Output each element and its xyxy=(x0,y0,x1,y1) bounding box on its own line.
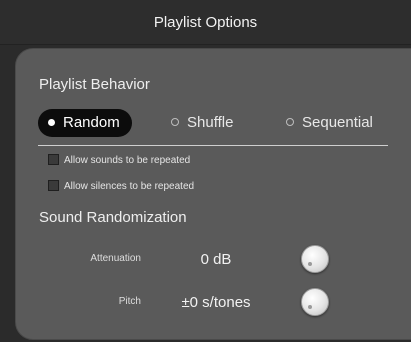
mode-random-option[interactable]: Random xyxy=(38,109,132,137)
mode-random-label: Random xyxy=(63,114,120,131)
radio-unselected-icon xyxy=(171,118,179,127)
section-divider xyxy=(38,145,388,146)
attenuation-label: Attenuation xyxy=(90,253,141,264)
mode-shuffle-label: Shuffle xyxy=(187,114,234,131)
title-bar: Playlist Options xyxy=(0,0,411,45)
allow-silences-repeated-checkbox[interactable] xyxy=(48,179,59,191)
allow-sounds-repeated-checkbox[interactable] xyxy=(48,153,59,165)
allow-sounds-repeated-label: Allow sounds to be repeated xyxy=(64,155,191,166)
radio-unselected-icon xyxy=(286,118,294,127)
attenuation-value: 0 dB xyxy=(200,251,232,268)
playlist-mode-selector: Random Shuffle Sequential xyxy=(38,109,388,137)
pitch-label: Pitch xyxy=(118,296,141,307)
mode-shuffle-option[interactable]: Shuffle xyxy=(171,109,233,137)
pitch-knob[interactable] xyxy=(301,288,329,316)
playlist-options-window: Playlist Options Playlist Behavior Rando… xyxy=(0,0,411,342)
knob-indicator-icon xyxy=(308,305,312,309)
options-panel: Playlist Behavior Random Shuffle Sequent… xyxy=(15,48,411,340)
allow-silences-repeated-label: Allow silences to be repeated xyxy=(64,181,195,192)
sound-randomization-heading: Sound Randomization xyxy=(39,209,187,226)
playlist-behavior-heading: Playlist Behavior xyxy=(39,76,150,93)
window-title: Playlist Options xyxy=(153,14,258,31)
mode-sequential-label: Sequential xyxy=(302,114,373,131)
allow-silences-repeated-option[interactable]: Allow silences to be repeated xyxy=(48,179,195,194)
pitch-value: ±0 s/tones xyxy=(181,294,251,311)
attenuation-knob[interactable] xyxy=(301,245,329,273)
knob-indicator-icon xyxy=(308,262,312,266)
mode-sequential-option[interactable]: Sequential xyxy=(286,109,373,137)
allow-sounds-repeated-option[interactable]: Allow sounds to be repeated xyxy=(48,153,191,168)
radio-selected-icon xyxy=(48,118,55,126)
